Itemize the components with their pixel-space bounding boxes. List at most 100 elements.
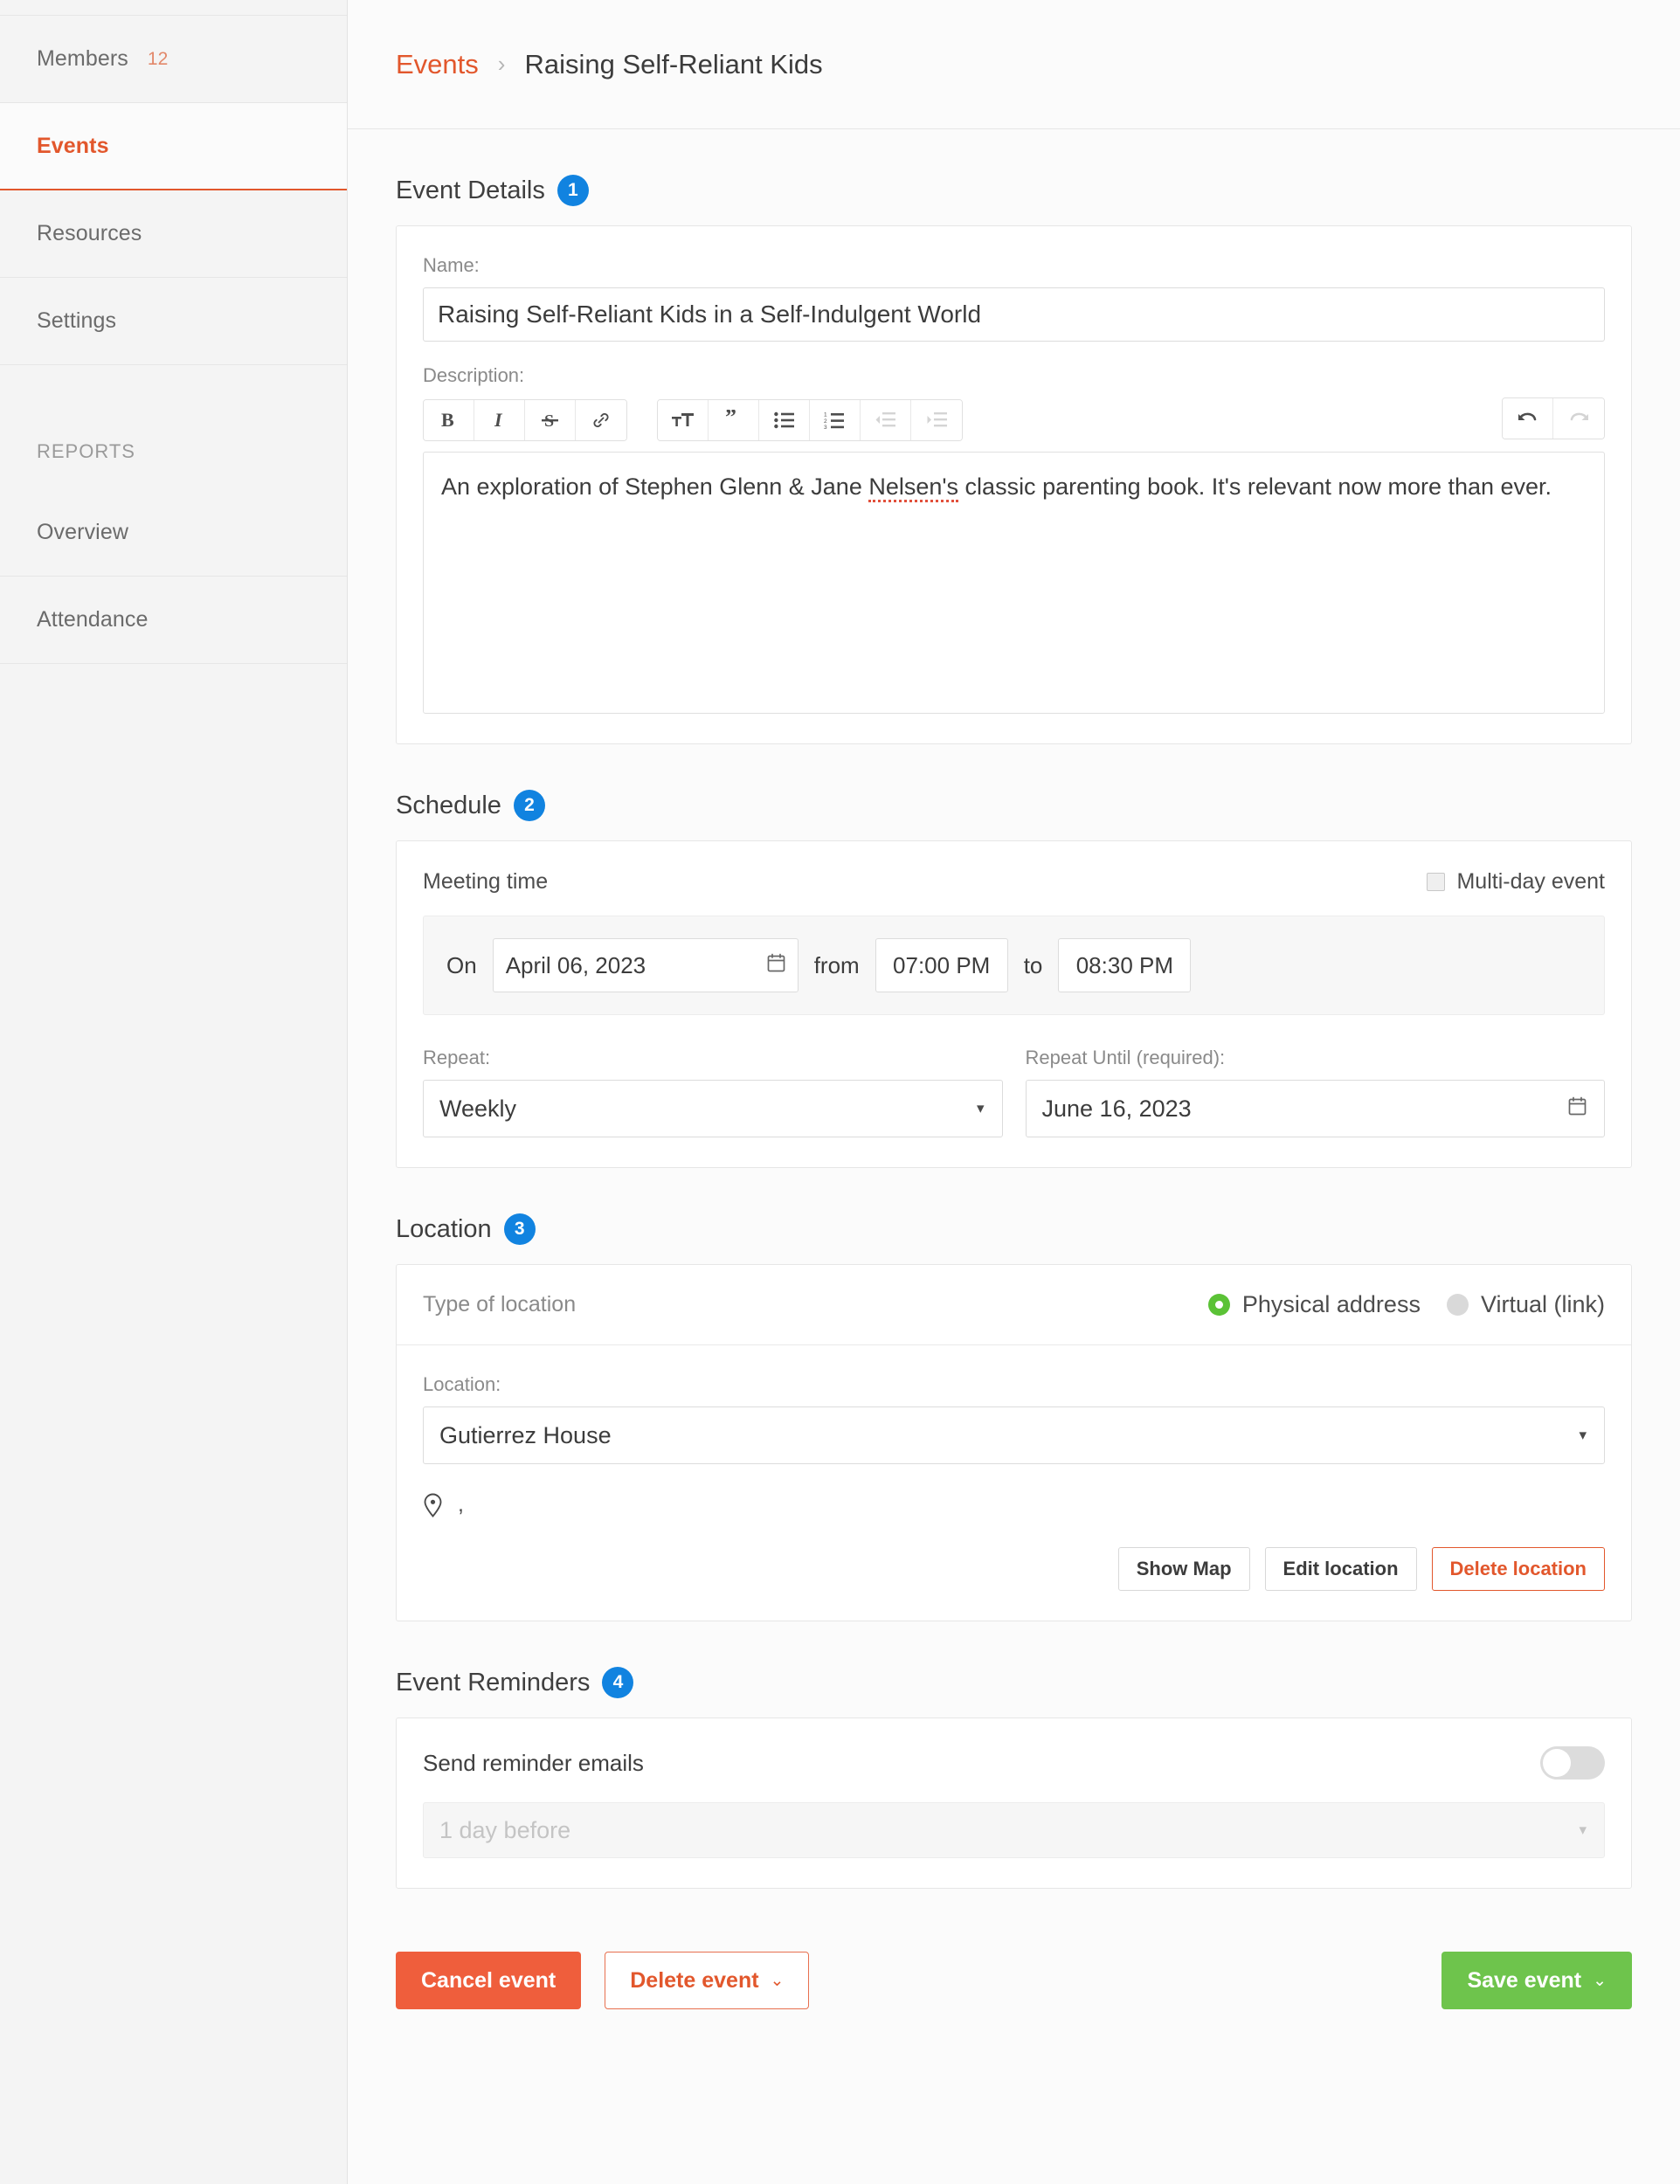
cancel-event-button[interactable]: Cancel event bbox=[396, 1952, 581, 2009]
meeting-time-row: Meeting time Multi-day event bbox=[423, 869, 1605, 895]
rich-text-toolbar: B I S bbox=[423, 397, 1605, 443]
reminder-interval-value: 1 day before bbox=[439, 1817, 570, 1844]
outdent-icon[interactable] bbox=[861, 400, 911, 440]
section-title: Event Details bbox=[396, 176, 545, 205]
delete-location-button[interactable]: Delete location bbox=[1432, 1547, 1605, 1591]
app-root: Members 12 Events Resources Settings REP… bbox=[0, 0, 1680, 2184]
breadcrumb-link-events[interactable]: Events bbox=[396, 49, 479, 80]
show-map-button[interactable]: Show Map bbox=[1118, 1547, 1250, 1591]
toolbar-group-blocks: ” 1 2 bbox=[657, 399, 963, 441]
location-address-value: , bbox=[458, 1492, 464, 1517]
sidebar-item-label: Overview bbox=[37, 520, 128, 545]
radio-physical-address[interactable]: Physical address bbox=[1208, 1291, 1421, 1318]
bold-icon[interactable]: B bbox=[424, 400, 474, 440]
schedule-card: Meeting time Multi-day event On April 06… bbox=[396, 840, 1632, 1168]
toggle-knob bbox=[1543, 1749, 1571, 1777]
sidebar-item-resources[interactable]: Resources bbox=[0, 190, 347, 278]
sidebar-item-attendance[interactable]: Attendance bbox=[0, 577, 347, 664]
form-footer: Cancel event Delete event ⌄ Save event ⌄ bbox=[396, 1952, 1632, 2062]
end-time-input[interactable]: 08:30 PM bbox=[1058, 938, 1191, 992]
description-label: Description: bbox=[423, 364, 1605, 387]
send-reminder-label: Send reminder emails bbox=[423, 1750, 644, 1777]
description-misspelled-word: Nelsen's bbox=[868, 473, 958, 502]
chevron-down-icon: ▾ bbox=[1579, 1427, 1587, 1444]
delete-event-button[interactable]: Delete event ⌄ bbox=[605, 1952, 809, 2009]
repeat-select[interactable]: Weekly ▾ bbox=[423, 1080, 1003, 1137]
bullet-list-icon[interactable] bbox=[759, 400, 810, 440]
svg-text:I: I bbox=[494, 410, 503, 431]
form-content: Event Details 1 Name: Description: B bbox=[348, 175, 1680, 2062]
blockquote-icon[interactable]: ” bbox=[709, 400, 759, 440]
step-badge-3: 3 bbox=[504, 1213, 536, 1245]
step-badge-4: 4 bbox=[602, 1667, 633, 1698]
section-heading-location: Location 3 bbox=[396, 1213, 1632, 1245]
location-type-radio-group: Physical address Virtual (link) bbox=[1208, 1291, 1605, 1318]
section-title: Location bbox=[396, 1215, 492, 1244]
link-icon[interactable] bbox=[576, 400, 626, 440]
send-reminder-toggle[interactable] bbox=[1540, 1746, 1605, 1780]
location-type-label: Type of location bbox=[423, 1292, 576, 1317]
radio-virtual-link[interactable]: Virtual (link) bbox=[1447, 1291, 1605, 1318]
sidebar-item-events[interactable]: Events bbox=[0, 103, 347, 190]
members-count-badge: 12 bbox=[148, 49, 169, 70]
multiday-checkbox[interactable]: Multi-day event bbox=[1427, 869, 1605, 895]
checkbox-box-icon bbox=[1427, 873, 1445, 891]
svg-text:1: 1 bbox=[824, 411, 827, 418]
event-name-input[interactable] bbox=[423, 287, 1605, 342]
to-label: to bbox=[1024, 952, 1043, 979]
indent-icon[interactable] bbox=[911, 400, 962, 440]
svg-text:3: 3 bbox=[824, 425, 827, 430]
multiday-label: Multi-day event bbox=[1456, 869, 1605, 895]
calendar-icon[interactable] bbox=[767, 952, 785, 979]
sidebar-section-reports: REPORTS bbox=[0, 414, 347, 489]
description-text-a: An exploration of Stephen Glenn & Jane bbox=[441, 473, 868, 500]
sidebar-item-label: Members bbox=[37, 46, 128, 72]
location-type-row: Type of location Physical address Virtua… bbox=[397, 1265, 1631, 1345]
event-details-card: Name: Description: B I bbox=[396, 225, 1632, 744]
sidebar-item-overview[interactable]: Overview bbox=[0, 489, 347, 577]
text-size-icon[interactable] bbox=[658, 400, 709, 440]
start-time-input[interactable]: 07:00 PM bbox=[875, 938, 1008, 992]
strikethrough-icon[interactable]: S bbox=[525, 400, 576, 440]
sidebar-item-members[interactable]: Members 12 bbox=[0, 16, 347, 103]
repeat-until-date-input[interactable]: June 16, 2023 bbox=[1026, 1080, 1606, 1137]
section-heading-schedule: Schedule 2 bbox=[396, 790, 1632, 821]
repeat-value: Weekly bbox=[439, 1095, 516, 1123]
save-event-label: Save event bbox=[1467, 1968, 1581, 1994]
reminders-card: Send reminder emails 1 day before ▾ bbox=[396, 1717, 1632, 1889]
save-event-button[interactable]: Save event ⌄ bbox=[1441, 1952, 1632, 2009]
chevron-down-icon: ▾ bbox=[1579, 1821, 1587, 1839]
event-description-editor[interactable]: An exploration of Stephen Glenn & Jane N… bbox=[423, 452, 1605, 714]
sidebar-item-settings[interactable]: Settings bbox=[0, 278, 347, 365]
svg-text:”: ” bbox=[725, 410, 736, 430]
numbered-list-icon[interactable]: 1 2 3 bbox=[810, 400, 861, 440]
sidebar: Members 12 Events Resources Settings REP… bbox=[0, 0, 348, 2184]
event-date-input[interactable]: April 06, 2023 bbox=[493, 938, 799, 992]
location-label: Location: bbox=[423, 1373, 1605, 1396]
breadcrumb-current: Raising Self-Reliant Kids bbox=[524, 49, 822, 80]
radio-physical-label: Physical address bbox=[1242, 1291, 1421, 1318]
edit-location-button[interactable]: Edit location bbox=[1265, 1547, 1417, 1591]
radio-virtual-label: Virtual (link) bbox=[1481, 1291, 1605, 1318]
from-label: from bbox=[814, 952, 860, 979]
sidebar-item-label: Settings bbox=[37, 308, 116, 334]
reminder-interval-select[interactable]: 1 day before ▾ bbox=[423, 1802, 1605, 1858]
svg-text:2: 2 bbox=[824, 418, 827, 424]
sidebar-item-partial-top[interactable] bbox=[0, 0, 347, 16]
radio-icon-unselected bbox=[1447, 1294, 1469, 1316]
event-date-value: April 06, 2023 bbox=[506, 952, 646, 979]
radio-icon-selected bbox=[1208, 1294, 1230, 1316]
name-label: Name: bbox=[423, 254, 1605, 277]
redo-icon[interactable] bbox=[1553, 398, 1604, 439]
calendar-icon[interactable] bbox=[1568, 1095, 1587, 1123]
svg-text:B: B bbox=[441, 410, 454, 431]
sidebar-item-label: Events bbox=[37, 134, 109, 159]
undo-icon[interactable] bbox=[1503, 398, 1553, 439]
location-select[interactable]: Gutierrez House ▾ bbox=[423, 1406, 1605, 1464]
on-label: On bbox=[446, 952, 477, 979]
italic-icon[interactable]: I bbox=[474, 400, 525, 440]
chevron-down-icon: ⌄ bbox=[771, 1971, 785, 1991]
meeting-time-strip: On April 06, 2023 bbox=[423, 916, 1605, 1015]
chevron-down-icon: ⌄ bbox=[1593, 1971, 1607, 1991]
send-reminder-row: Send reminder emails bbox=[423, 1746, 1605, 1780]
